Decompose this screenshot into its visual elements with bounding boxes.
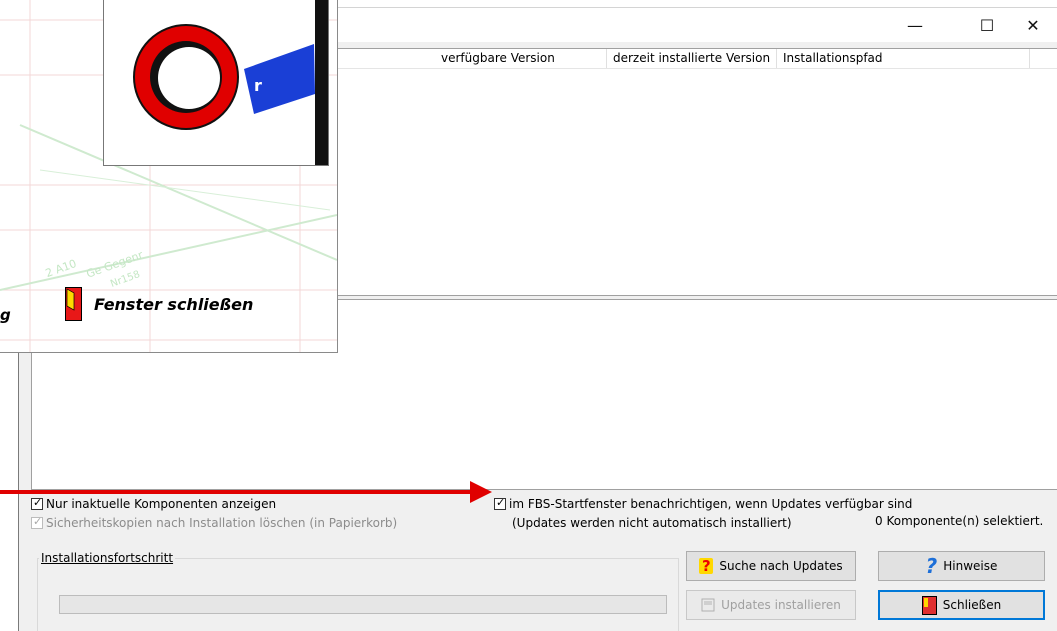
door-exit-icon (65, 287, 82, 321)
install-icon (701, 598, 715, 612)
progress-bar (59, 595, 667, 614)
maximize-button[interactable]: ☐ (964, 10, 1010, 40)
door-exit-icon (921, 595, 937, 615)
only-outdated-checkbox[interactable]: ✓ Nur inaktuelle Komponenten anzeigen (31, 496, 277, 511)
minimize-icon: — (907, 15, 923, 35)
column-header-install-path[interactable]: Installationspfad (777, 49, 1030, 68)
overlay-popup: 2 A10 Ge Gegenr Nr158 r g Fenster schlie… (0, 0, 338, 353)
close-label: Schließen (942, 598, 1002, 612)
selected-count: 0 Komponente(n) selektiert. (875, 514, 1044, 528)
install-updates-button: Updates installieren (686, 590, 856, 620)
delete-backups-checkbox: ✓ Sicherheitskopien nach Installation lö… (31, 515, 398, 530)
hints-button[interactable]: ? Hinweise (878, 551, 1045, 581)
check-icon: ✓ (33, 515, 43, 528)
checkbox-notify[interactable]: ✓ (494, 496, 506, 510)
search-updates-label: Suche nach Updates (719, 559, 843, 573)
checkbox-only-outdated[interactable]: ✓ (31, 496, 43, 510)
question-icon: ? (699, 557, 714, 575)
hints-label: Hinweise (943, 559, 998, 573)
close-window-label: Fenster schließen (94, 294, 254, 314)
annotation-arrow-line (0, 490, 475, 494)
minimize-button[interactable]: — (892, 10, 938, 40)
no-entry-sign-frame: r (103, 0, 329, 166)
no-entry-sign-icon: r (133, 24, 315, 130)
help-icon: ? (925, 554, 938, 578)
delete-backups-label: Sicherheitskopien nach Installation lösc… (46, 516, 398, 530)
check-icon: ✓ (33, 496, 43, 509)
only-outdated-label: Nur inaktuelle Komponenten anzeigen (46, 497, 277, 511)
check-icon: ✓ (496, 496, 506, 509)
close-icon: ✕ (1026, 15, 1040, 35)
install-updates-label: Updates installieren (721, 598, 841, 612)
overlay-edge-text: g (0, 306, 11, 324)
close-window-action[interactable]: Fenster schließen (65, 287, 253, 321)
list-header-divider (335, 68, 1057, 69)
close-window-button[interactable]: ✕ (1010, 10, 1056, 40)
notify-note: (Updates werden nicht automatisch instal… (512, 516, 792, 530)
notify-startwindow-checkbox[interactable]: ✓ im FBS-Startfenster benachrichtigen, w… (494, 496, 913, 511)
svg-text:r: r (254, 76, 262, 95)
column-header-installed-version[interactable]: derzeit installierte Version (607, 49, 777, 68)
column-header-available-version[interactable]: verfügbare Version (435, 49, 607, 68)
close-button[interactable]: Schließen (878, 590, 1045, 620)
progress-group-label: Installationsfortschritt (39, 551, 176, 565)
components-list[interactable]: verfügbare Version derzeit installierte … (335, 48, 1057, 296)
search-updates-button[interactable]: ? Suche nach Updates (686, 551, 856, 581)
checkbox-delete-backups: ✓ (31, 515, 43, 529)
notify-label: im FBS-Startfenster benachrichtigen, wen… (509, 497, 913, 511)
maximize-icon: ☐ (979, 15, 995, 35)
annotation-arrow-head (470, 481, 492, 503)
